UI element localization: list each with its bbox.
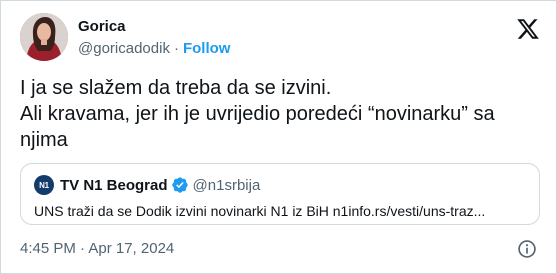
verified-badge-icon [171, 177, 188, 193]
author-handle-row: @goricadodik · Follow [78, 39, 230, 59]
separator-dot: · [173, 40, 179, 57]
quoted-author-name: TV N1 Beograd [60, 176, 168, 194]
avatar[interactable] [20, 13, 68, 61]
tweet-text: I ja se slažem da treba da se izvini. Al… [20, 77, 495, 151]
quoted-author-handle: @n1srbija [192, 176, 261, 194]
quoted-header: N1 TV N1 Beograd @n1srbija [34, 175, 260, 195]
info-icon[interactable] [517, 239, 537, 259]
author-handle[interactable]: @goricadodik [78, 40, 170, 57]
quoted-text: UNS traži da se Dodik izvini novinarki N… [34, 203, 486, 219]
quoted-avatar-text: N1 [39, 180, 49, 190]
quoted-tweet[interactable]: N1 TV N1 Beograd @n1srbija UNS traži da … [20, 163, 540, 225]
follow-button[interactable]: Follow [183, 40, 231, 57]
author-info: Gorica @goricadodik · Follow [78, 17, 230, 59]
tweet-header: Gorica @goricadodik · Follow [20, 13, 540, 63]
quoted-avatar: N1 [34, 175, 54, 195]
author-name[interactable]: Gorica [78, 17, 230, 36]
tweet-timestamp[interactable]: 4:45 PM · Apr 17, 2024 [20, 240, 174, 257]
x-logo-icon[interactable] [516, 17, 540, 41]
avatar-photo [20, 13, 68, 61]
tweet-embed-card: Gorica @goricadodik · Follow I ja se slaže… [0, 0, 557, 274]
